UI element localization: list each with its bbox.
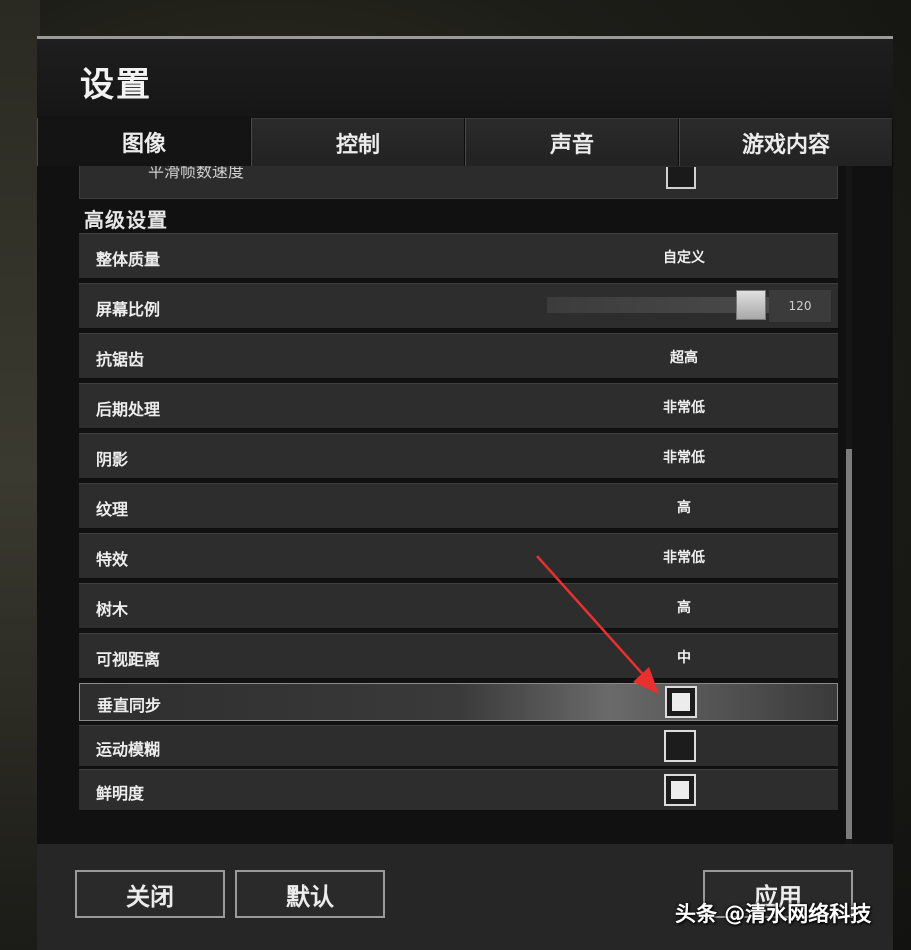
annotation-arrow-shaft bbox=[536, 555, 649, 681]
annotation-arrow bbox=[536, 555, 659, 694]
watermark: 头条 @清水网络科技 bbox=[675, 902, 872, 926]
annotation-arrow-head bbox=[633, 667, 659, 694]
